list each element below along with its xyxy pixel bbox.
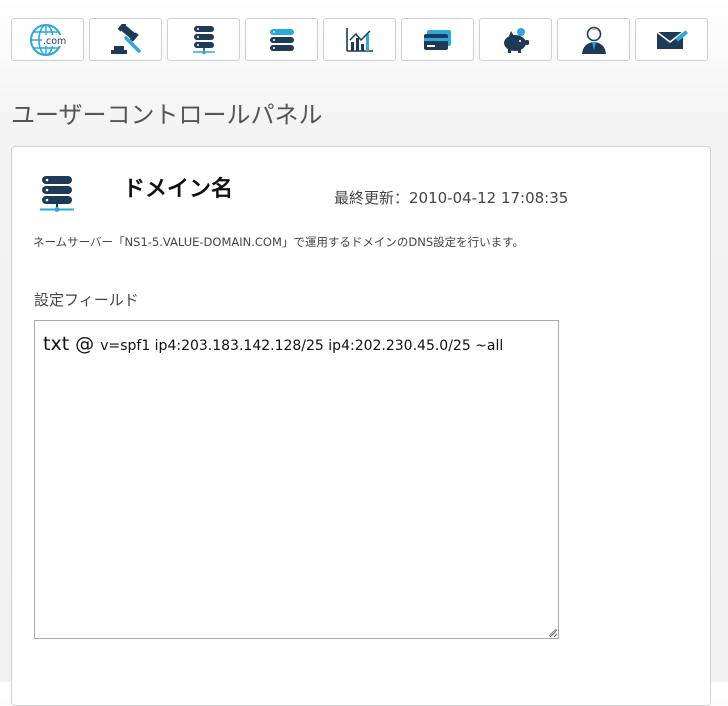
- toolbar-button-account[interactable]: [557, 18, 630, 61]
- panel-description: ネームサーバー「NS1-5.VALUE-DOMAIN.COM」で運用するドメイン…: [33, 235, 524, 249]
- user-icon: [581, 26, 606, 54]
- server-icon: [40, 176, 74, 212]
- mail-pencil-icon: [656, 29, 688, 49]
- server-dark-icon: [192, 25, 215, 54]
- toolbar-button-auction[interactable]: [89, 18, 162, 61]
- resize-handle-icon[interactable]: [547, 627, 557, 637]
- toolbar-button-server-blue[interactable]: [245, 18, 318, 61]
- svg-text:.com: .com: [43, 36, 66, 47]
- bar-chart-icon: [345, 27, 373, 52]
- toolbar-button-points[interactable]: [479, 18, 552, 61]
- page-title: ユーザーコントロールパネル: [11, 101, 323, 129]
- globe-com-icon: .com: [29, 23, 68, 56]
- toolbar-button-payment[interactable]: [401, 18, 474, 61]
- record-type: txt @: [43, 333, 95, 355]
- settings-field-textarea[interactable]: txt @ v=spf1 ip4:203.183.142.128/25 ip4:2…: [34, 320, 559, 639]
- credit-card-icon: [423, 29, 451, 50]
- record-value: v=spf1 ip4:203.183.142.128/25 ip4:202.23…: [100, 338, 504, 354]
- piggy-bank-icon: [503, 27, 529, 53]
- toolbar-button-server[interactable]: [167, 18, 240, 61]
- settings-field-label: 設定フィールド: [34, 291, 139, 309]
- toolbar-button-domain-com[interactable]: .com: [11, 18, 84, 61]
- gavel-icon: [110, 23, 141, 54]
- domain-title: ドメイン名: [123, 177, 234, 202]
- dns-settings-panel: ドメイン名 最終更新：2010-04-12 17:08:35 ネームサーバー「N…: [11, 146, 711, 706]
- toolbar-button-mail[interactable]: [635, 18, 708, 61]
- server-blue-icon: [269, 28, 294, 51]
- last-updated: 最終更新：2010-04-12 17:08:35: [334, 189, 569, 207]
- toolbar-button-statistics[interactable]: [323, 18, 396, 61]
